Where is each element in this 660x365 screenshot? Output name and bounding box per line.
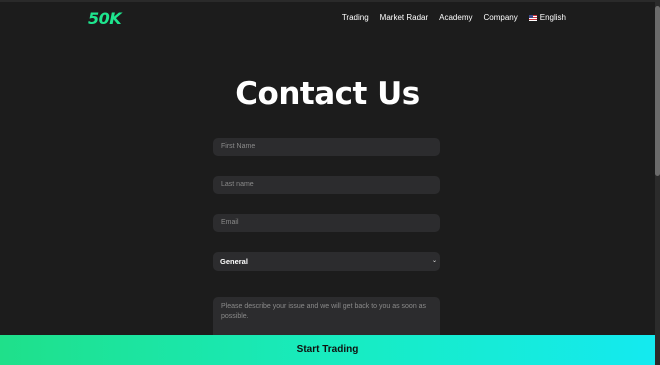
topic-select[interactable]: General ⌄ (213, 252, 440, 271)
logo[interactable]: 50K (88, 9, 122, 28)
nav-item-trading[interactable]: Trading (342, 13, 369, 22)
language-selector[interactable]: English (528, 13, 566, 22)
last-name-field[interactable]: Last name (213, 176, 440, 194)
page: 50K Trading Market Radar Academy Company… (0, 0, 660, 365)
language-label: English (539, 13, 566, 22)
top-border (0, 0, 655, 2)
scrollbar-thumb[interactable] (655, 6, 660, 176)
topic-select-value: General (220, 257, 248, 266)
page-title: Contact Us (235, 76, 420, 112)
nav-item-academy[interactable]: Academy (439, 13, 472, 22)
start-trading-button[interactable]: Start Trading (0, 335, 655, 365)
first-name-field[interactable]: First Name (213, 138, 440, 156)
chevron-down-icon: ⌄ (431, 258, 437, 264)
nav-item-company[interactable]: Company (484, 13, 518, 22)
nav-item-market-radar[interactable]: Market Radar (380, 13, 428, 22)
main-nav: Trading Market Radar Academy Company Eng… (342, 13, 566, 22)
us-flag-icon (528, 14, 537, 21)
scrollbar-track[interactable] (655, 0, 660, 365)
email-field[interactable]: Email (213, 214, 440, 232)
